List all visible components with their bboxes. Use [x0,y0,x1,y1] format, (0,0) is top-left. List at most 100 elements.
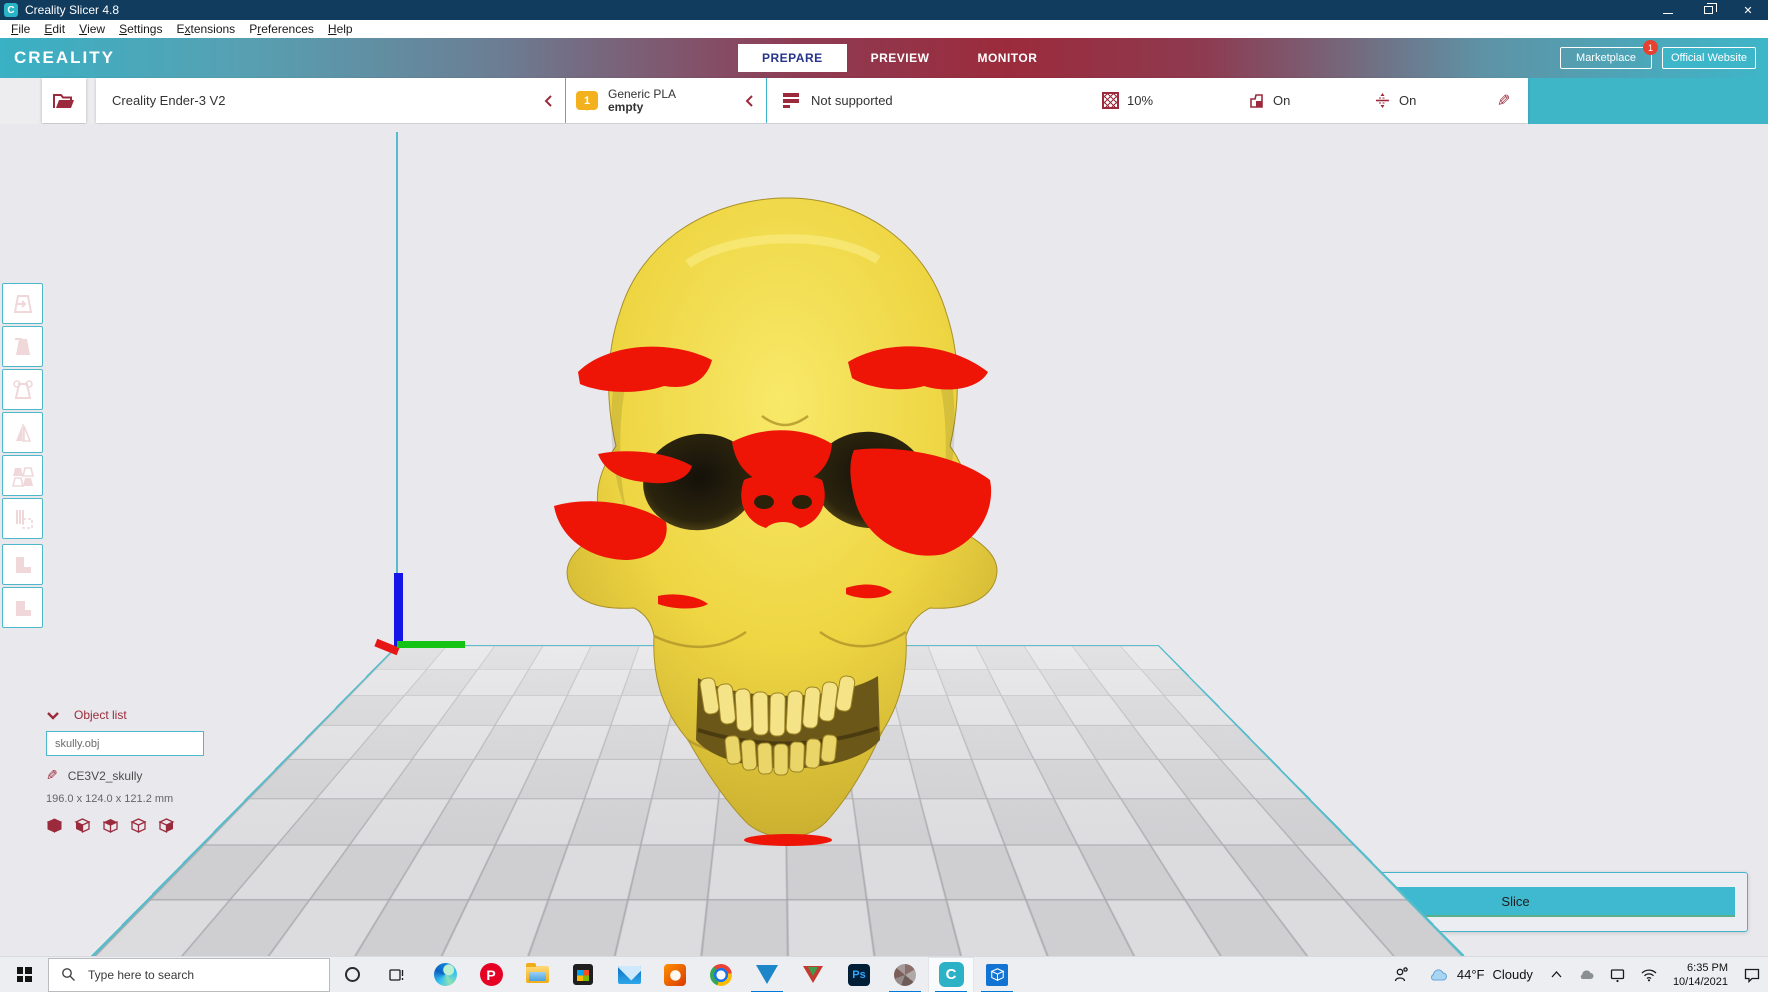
extruder-number: 1 [583,94,591,107]
open-file-button[interactable] [42,78,86,123]
print-profile-selector[interactable]: Not supported [767,78,1087,123]
microsoft-store-icon [573,964,593,985]
task-view-button[interactable] [374,957,418,992]
menu-help[interactable]: Help [321,20,360,38]
taskbar-app-store[interactable] [560,957,606,992]
close-button[interactable]: ✕ [1728,0,1768,20]
taskbar-app-chrome[interactable] [698,957,744,992]
meshmixer-icon [894,963,916,986]
move-tool[interactable] [2,283,43,324]
people-icon [1394,967,1408,982]
taskbar-search[interactable] [48,957,330,992]
taskbar-app-pinterest[interactable]: P [468,957,514,992]
axis-z-indicator [394,573,403,647]
mirror-tool[interactable] [2,412,43,453]
infill-setting[interactable]: 10% [1102,78,1153,123]
cortana-button[interactable] [330,957,374,992]
support-blocker-tool[interactable] [2,498,43,539]
marketplace-button[interactable]: Marketplace 1 [1560,40,1658,69]
per-model-settings-tool[interactable] [2,455,43,496]
scale-tool[interactable] [2,326,43,367]
object-list-header[interactable]: Object list [46,708,306,722]
menu-file[interactable]: File [4,20,37,38]
action-center-button[interactable] [1736,957,1768,992]
hidden-icons-button[interactable] [1543,957,1570,992]
menu-extensions[interactable]: Ex tensions [169,20,242,38]
model-block-tool-2[interactable] [2,587,43,628]
taskbar-app-creality-slicer[interactable]: C [928,956,974,992]
start-button[interactable] [0,957,48,992]
chevron-up-icon [1551,971,1562,978]
view-front-icon[interactable] [74,817,91,834]
tab-monitor[interactable]: MONITOR [953,44,1061,72]
material-selector[interactable]: 1 Generic PLA empty [566,78,766,123]
model-dimensions: 196.0 x 124.0 x 121.2 mm [46,793,174,805]
close-icon: ✕ [1743,4,1753,17]
marketplace-label: Marketplace [1576,52,1636,64]
support-value: On [1273,93,1291,108]
view-right-icon[interactable] [158,817,175,834]
cortana-icon [344,967,360,982]
taskbar-app-photoshop[interactable]: Ps [836,957,882,992]
camera-view-buttons [46,817,306,834]
viewport-3d[interactable]: Object list skully.obj ✎ CE3V2_skully 19… [0,124,1768,956]
model-block-tool-1[interactable] [2,544,43,585]
printer-selector[interactable]: Creality Ender-3 V2 [96,78,565,123]
profile-layers-icon [783,93,799,108]
taskbar-app-office[interactable] [652,957,698,992]
marketplace-badge: 1 [1643,40,1658,55]
model-skull[interactable] [548,180,1018,850]
photoshop-icon: Ps [848,963,870,986]
search-input[interactable] [88,967,288,982]
tab-preview[interactable]: PREVIEW [847,44,954,72]
material-status: empty [608,99,644,114]
taskbar-app-mail[interactable] [606,957,652,992]
axis-y-indicator [397,641,465,648]
adhesion-setting[interactable]: On [1374,78,1416,123]
object-file-name: skully.obj [55,737,100,750]
cloud-icon [1580,970,1594,979]
triangle-app-red-icon [803,966,823,983]
cast-button[interactable] [1602,957,1633,992]
taskbar-app-3d-viewer[interactable] [974,957,1020,992]
creality-app-icon: C [4,3,18,17]
taskbar-app-triangle-blue[interactable] [744,957,790,992]
menu-settings[interactable]: Settings [112,20,169,38]
restore-icon [1703,3,1717,14]
view-left-icon[interactable] [130,817,147,834]
tab-prepare[interactable]: PREPARE [738,44,847,72]
weather-cloud-icon [1430,969,1447,981]
open-folder-icon [53,93,74,108]
3d-viewer-icon [986,963,1008,986]
taskbar-clock[interactable]: 6:35 PM 10/14/2021 [1665,961,1736,989]
object-list-item[interactable]: skully.obj [46,731,204,756]
taskbar-app-file-explorer[interactable] [514,957,560,992]
view-3d-icon[interactable] [46,817,63,834]
menu-bar: File Edit View Settings Ex tensions Pr efe… [0,20,1768,38]
window-title: Creality Slicer 4.8 [25,3,120,17]
pinterest-icon: P [479,963,503,986]
slice-button[interactable]: Slice [1296,887,1735,917]
weather-widget[interactable]: 44°F Cloudy [1417,967,1543,982]
object-list-panel: Object list skully.obj ✎ CE3V2_skully 19… [46,708,306,834]
official-website-button[interactable]: Official Website [1662,47,1756,69]
menu-view[interactable]: View [72,20,112,38]
edit-pencil-icon[interactable]: ✎ [1497,91,1510,111]
network-button[interactable] [1633,957,1665,992]
view-top-icon[interactable] [102,817,119,834]
taskbar-app-triangle-red[interactable] [790,957,836,992]
menu-preferences[interactable]: Pr eferences [242,20,321,38]
rotate-tool[interactable] [2,369,43,410]
onedrive-button[interactable] [1570,957,1602,992]
chevron-down-icon [47,711,59,720]
header-corner-fill [1528,78,1768,124]
support-setting[interactable]: On [1248,78,1290,123]
rename-pencil-icon[interactable]: ✎ [46,767,58,784]
minimize-button[interactable] [1648,0,1688,20]
restore-button[interactable] [1688,0,1728,20]
official-website-label: Official Website [1670,52,1747,64]
people-button[interactable] [1384,957,1417,992]
taskbar-app-edge[interactable] [422,957,468,992]
taskbar-app-meshmixer[interactable] [882,957,928,992]
menu-edit[interactable]: Edit [37,20,72,38]
